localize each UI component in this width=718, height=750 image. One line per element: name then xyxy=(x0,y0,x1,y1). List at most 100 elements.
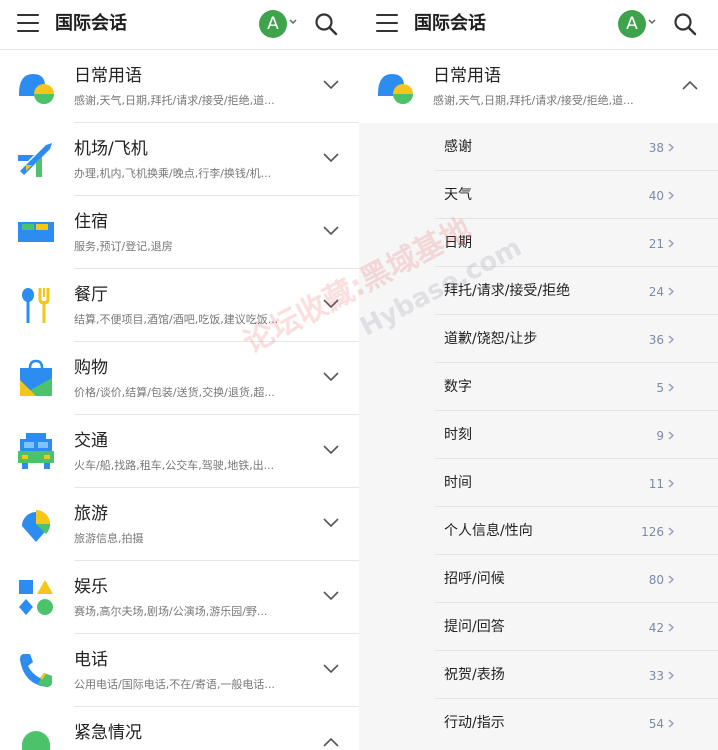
subcategory-count: 11 xyxy=(648,477,664,491)
subcategory-item[interactable]: 时间 11 xyxy=(435,459,718,507)
chevron-down-icon[interactable] xyxy=(323,226,339,236)
subcategory-list: 感谢 38 天气 40 日期 21 拜托/请求/接受/拒绝 24 道歉/饶恕/让… xyxy=(359,123,718,750)
menu-icon[interactable] xyxy=(17,14,39,34)
subcategory-name: 提问/回答 xyxy=(444,619,505,635)
category-description: 感谢,天气,日期,拜托/请求/接受/拒绝,道... xyxy=(433,94,634,107)
app-title: 国际会话 xyxy=(55,13,127,34)
category-name: 购物 xyxy=(74,358,108,378)
chevron-up-icon[interactable] xyxy=(682,80,698,90)
chevron-down-icon[interactable] xyxy=(289,18,297,26)
category-name: 机场/飞机 xyxy=(74,139,148,159)
subcategory-item[interactable]: 祝贺/表扬 33 xyxy=(435,651,718,699)
category-item[interactable]: 住宿 服务,预订/登记,退房 xyxy=(0,196,359,269)
bus-icon xyxy=(18,433,54,469)
avatar[interactable]: A xyxy=(618,10,646,38)
category-item[interactable]: 交通 火车/船,找路,租车,公交车,驾驶,地铁,出... xyxy=(0,415,359,488)
category-item[interactable]: 旅游 旅游信息,拍摄 xyxy=(0,488,359,561)
subcategory-count: 54 xyxy=(648,717,664,731)
avatar[interactable]: A xyxy=(259,10,287,38)
chevron-down-icon[interactable] xyxy=(323,518,339,528)
category-description: 价格/谈价,结算/包装/送货,交换/退货,超... xyxy=(74,386,275,399)
subcategory-name: 拜托/请求/接受/拒绝 xyxy=(444,283,571,299)
chevron-right-icon xyxy=(668,287,674,296)
subcategory-item[interactable]: 个人信息/性向 126 xyxy=(435,507,718,555)
app-title: 国际会话 xyxy=(414,13,486,34)
chevron-right-icon xyxy=(668,623,674,632)
subcategory-item[interactable]: 道歉/饶恕/让步 36 xyxy=(435,315,718,363)
chevron-right-icon xyxy=(668,575,674,584)
chevron-down-icon[interactable] xyxy=(323,372,339,382)
shapes-icon xyxy=(19,580,53,615)
search-icon[interactable] xyxy=(673,12,697,36)
subcategory-item[interactable]: 行动/指示 54 xyxy=(435,699,698,747)
chevron-down-icon[interactable] xyxy=(648,18,656,26)
chevron-down-icon[interactable] xyxy=(323,591,339,601)
chevron-down-icon[interactable] xyxy=(323,153,339,163)
chevron-down-icon[interactable] xyxy=(323,299,339,309)
category-description: 火车/船,找路,租车,公交车,驾驶,地铁,出... xyxy=(74,459,275,472)
chevron-down-icon[interactable] xyxy=(323,445,339,455)
category-description: 公用电话/国际电话,不在/寄语,一般电话... xyxy=(74,678,275,691)
expanded-category-header[interactable]: 日常用语 感谢,天气,日期,拜托/请求/接受/拒绝,道... xyxy=(359,50,718,123)
shopping-bag-icon xyxy=(20,359,52,396)
category-item[interactable]: 餐厅 结算,不便项目,酒馆/酒吧,吃饭,建议吃饭... xyxy=(0,269,359,342)
subcategory-name: 时刻 xyxy=(444,427,472,443)
search-icon[interactable] xyxy=(314,12,338,36)
chevron-right-icon xyxy=(668,671,674,680)
subcategory-item[interactable]: 提问/回答 42 xyxy=(435,603,718,651)
subcategory-count: 36 xyxy=(648,333,664,347)
category-item[interactable]: 机场/飞机 办理,机内,飞机换乘/晚点,行李/换钱/机... xyxy=(0,123,359,196)
category-item[interactable]: 紧急情况 xyxy=(0,707,359,750)
chevron-up-icon[interactable] xyxy=(323,737,339,747)
category-item[interactable]: 电话 公用电话/国际电话,不在/寄语,一般电话... xyxy=(0,634,359,707)
subcategory-count: 126 xyxy=(641,525,664,539)
category-name: 电话 xyxy=(74,650,108,670)
subcategory-item[interactable]: 数字 5 xyxy=(435,363,718,411)
chevron-right-icon xyxy=(668,335,674,344)
subcategory-name: 数字 xyxy=(444,379,472,395)
phone-icon xyxy=(20,654,52,687)
subcategory-count: 38 xyxy=(648,141,664,155)
chevron-right-icon xyxy=(668,527,674,536)
subcategory-item[interactable]: 感谢 38 xyxy=(435,123,718,171)
category-description: 感谢,天气,日期,拜托/请求/接受/拒绝,道... xyxy=(74,94,275,107)
subcategory-name: 感谢 xyxy=(444,139,472,155)
subcategory-name: 个人信息/性向 xyxy=(444,523,533,539)
category-item[interactable]: 购物 价格/谈价,结算/包装/送货,交换/退货,超... xyxy=(0,342,359,415)
subcategory-item[interactable]: 拜托/请求/接受/拒绝 24 xyxy=(435,267,718,315)
category-item[interactable]: 日常用语 感谢,天气,日期,拜托/请求/接受/拒绝,道... xyxy=(0,50,359,123)
category-name: 住宿 xyxy=(74,212,108,232)
subcategory-item[interactable]: 天气 40 xyxy=(435,171,718,219)
chevron-right-icon xyxy=(668,143,674,152)
category-item[interactable]: 娱乐 赛场,高尔夫场,剧场/公演场,游乐园/野... xyxy=(0,561,359,634)
chevron-down-icon[interactable] xyxy=(323,664,339,674)
subcategory-item[interactable]: 招呼/问候 80 xyxy=(435,555,718,603)
subcategory-name: 日期 xyxy=(444,235,472,251)
subcategory-count: 24 xyxy=(648,285,664,299)
subcategory-item[interactable]: 时刻 9 xyxy=(435,411,718,459)
chevron-right-icon xyxy=(668,383,674,392)
subcategory-name: 招呼/问候 xyxy=(444,571,505,587)
chat-bubble-icon xyxy=(378,74,413,104)
subcategory-item[interactable]: 日期 21 xyxy=(435,219,718,267)
category-name: 娱乐 xyxy=(74,577,108,597)
chevron-right-icon xyxy=(668,191,674,200)
menu-icon[interactable] xyxy=(376,14,398,34)
subcategory-count: 40 xyxy=(648,189,664,203)
subcategory-count: 21 xyxy=(648,237,664,251)
map-pin-icon xyxy=(22,510,51,542)
category-name: 日常用语 xyxy=(433,66,501,86)
subcategory-name: 天气 xyxy=(444,187,472,203)
top-app-bar: 国际会话 A xyxy=(359,0,718,50)
category-description: 赛场,高尔夫场,剧场/公演场,游乐园/野... xyxy=(74,605,268,618)
chevron-right-icon xyxy=(668,239,674,248)
emergency-icon xyxy=(22,731,50,750)
subcategory-name: 时间 xyxy=(444,475,472,491)
category-name: 旅游 xyxy=(74,504,108,524)
category-description: 办理,机内,飞机换乘/晚点,行李/换钱/机... xyxy=(74,167,272,180)
category-name: 紧急情况 xyxy=(74,723,142,743)
subcategory-count: 9 xyxy=(656,429,664,443)
category-name: 交通 xyxy=(74,431,108,451)
chevron-right-icon xyxy=(668,719,674,728)
chevron-down-icon[interactable] xyxy=(323,80,339,90)
